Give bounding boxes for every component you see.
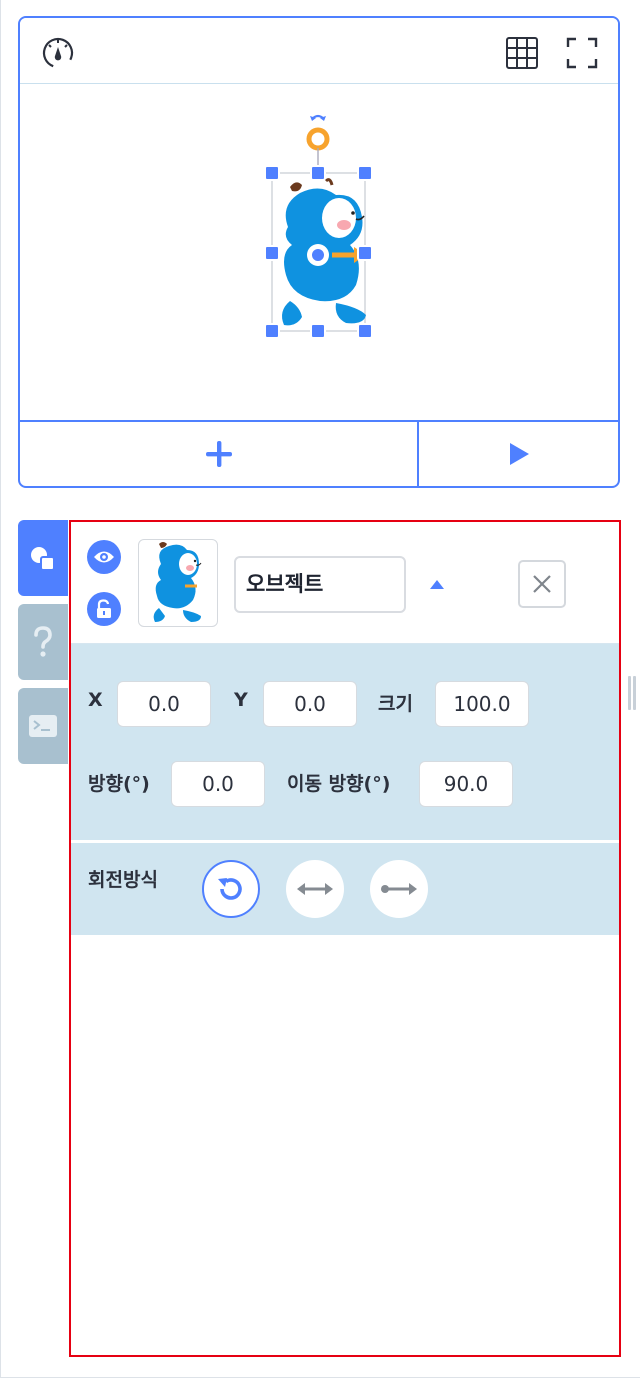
run-button[interactable]	[419, 422, 618, 486]
rotation-mode-row: 회전방식	[71, 843, 619, 935]
object-panel: 오브젝트 X 0.0 Y 0.0 크기 100.0 방향(°) 0.0 이동 방…	[69, 520, 621, 1357]
close-icon	[533, 575, 551, 593]
object-name-input[interactable]: 오브젝트	[234, 556, 406, 613]
rotation-left-right-button[interactable]	[286, 860, 344, 918]
grid-icon[interactable]	[504, 35, 540, 71]
question-icon	[34, 626, 52, 657]
tab-help[interactable]	[18, 604, 68, 680]
object-properties: X 0.0 Y 0.0 크기 100.0 방향(°) 0.0 이동 방향(°) …	[71, 644, 619, 842]
size-label: 크기	[378, 693, 413, 715]
stage-toolbar	[20, 18, 618, 84]
fullscreen-icon[interactable]	[564, 35, 600, 71]
stage-panel	[18, 16, 620, 488]
triangle-up-icon	[430, 580, 444, 589]
object-shapes-icon	[31, 547, 55, 571]
rotation-none-button[interactable]	[370, 860, 428, 918]
y-input[interactable]: 0.0	[263, 681, 357, 727]
visibility-toggle[interactable]	[87, 540, 121, 574]
move-direction-input[interactable]: 90.0	[419, 761, 513, 807]
tab-object[interactable]	[18, 520, 68, 596]
delete-object-button[interactable]	[518, 560, 566, 608]
add-object-button[interactable]	[20, 422, 419, 486]
rotate-icon	[218, 878, 242, 900]
stage-footer	[20, 420, 618, 486]
eye-icon	[94, 551, 114, 563]
stage-canvas[interactable]	[20, 85, 618, 421]
x-input[interactable]: 0.0	[117, 681, 211, 727]
unlock-icon	[97, 599, 111, 618]
x-label: X	[88, 689, 103, 711]
play-icon	[509, 443, 529, 465]
left-right-arrow-icon	[297, 883, 333, 895]
terminal-icon	[29, 715, 57, 737]
rotation-label: 회전방식	[88, 869, 158, 891]
no-rotation-arrow-icon	[381, 883, 417, 895]
object-header: 오브젝트	[71, 522, 619, 644]
move-direction-label: 이동 방향(°)	[287, 773, 391, 795]
object-thumbnail[interactable]	[138, 539, 218, 627]
direction-input[interactable]: 0.0	[171, 761, 265, 807]
plus-icon	[205, 441, 232, 467]
size-input[interactable]: 100.0	[435, 681, 529, 727]
rotate-handle-icon[interactable]	[306, 114, 330, 171]
character-sprite[interactable]	[20, 85, 618, 421]
y-label: Y	[234, 689, 248, 711]
lock-toggle[interactable]	[87, 592, 121, 626]
tab-console[interactable]	[18, 688, 68, 764]
panel-resize-handle[interactable]	[628, 676, 636, 710]
rotation-free-button[interactable]	[202, 860, 260, 918]
collapse-button[interactable]	[426, 574, 448, 594]
speedometer-icon[interactable]	[40, 35, 76, 71]
direction-label: 방향(°)	[88, 773, 150, 795]
